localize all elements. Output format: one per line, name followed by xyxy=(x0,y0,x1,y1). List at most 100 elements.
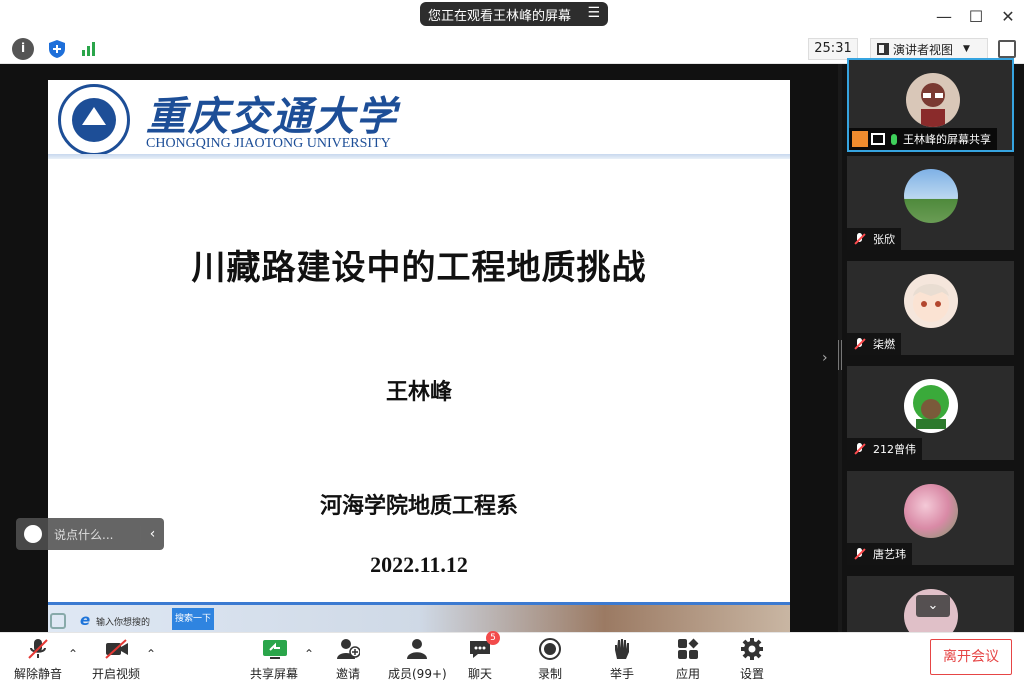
shared-screen: 重庆交通大学 CHONGQING JIAOTONG UNIVERSITY 川藏路… xyxy=(0,64,838,632)
avatar xyxy=(904,274,958,328)
slide-header: 重庆交通大学 CHONGQING JIAOTONG UNIVERSITY xyxy=(48,80,790,159)
university-name-cn: 重庆交通大学 xyxy=(146,93,398,140)
participant-name: 唐艺玮 xyxy=(873,548,906,561)
raise-hand-button[interactable]: 举手 xyxy=(610,637,634,682)
layout-icon xyxy=(877,43,889,55)
meeting-timer: 25:31 xyxy=(808,38,858,60)
maximize-button[interactable]: ☐ xyxy=(962,6,990,28)
shield-icon[interactable] xyxy=(46,38,68,60)
unmute-label: 解除静音 xyxy=(14,667,63,681)
sharing-notice-text: 您正在观看王林峰的屏幕 xyxy=(428,8,572,24)
share-screen-button[interactable]: 共享屏幕 xyxy=(250,637,298,682)
signal-icon[interactable] xyxy=(78,38,100,60)
invite-label: 邀请 xyxy=(336,667,361,681)
apps-icon xyxy=(676,637,700,661)
chevron-down-icon: ▼ xyxy=(963,44,970,54)
mic-muted-icon xyxy=(26,637,50,661)
invite-button[interactable]: 邀请 xyxy=(336,637,361,682)
record-icon xyxy=(538,637,562,661)
hand-icon xyxy=(610,637,634,661)
apps-label: 应用 xyxy=(676,667,701,681)
add-user-icon xyxy=(336,637,361,661)
person-icon xyxy=(852,131,868,147)
settings-button[interactable]: 设置 xyxy=(740,637,764,682)
share-screen-label: 共享屏幕 xyxy=(250,667,299,681)
members-icon xyxy=(405,637,429,661)
participant-name-bar: 张欣 xyxy=(847,228,901,250)
leave-meeting-button[interactable]: 离开会议 xyxy=(930,639,1012,675)
participant-name-bar: 唐艺玮 xyxy=(847,543,912,565)
minimize-button[interactable]: — xyxy=(930,6,958,28)
settings-label: 设置 xyxy=(740,667,765,681)
mic-muted-icon xyxy=(853,442,867,456)
university-logo-icon xyxy=(58,84,130,156)
emoji-icon[interactable] xyxy=(24,525,42,543)
participant-name-bar: 王林峰的屏幕共享 xyxy=(849,128,997,150)
info-icon[interactable]: i xyxy=(12,38,34,60)
avatar xyxy=(904,169,958,223)
windows-icon xyxy=(50,613,66,629)
participant-name: 王林峰的屏幕共享 xyxy=(903,133,991,146)
footer-search-button: 搜索一下 xyxy=(172,608,214,630)
chat-unread-badge: 5 xyxy=(486,631,500,645)
participant-name-bar: 212曾伟 xyxy=(847,438,922,460)
participant-name: 柒燃 xyxy=(873,338,895,351)
meeting-toolbar: 解除静音 ⌃ 开启视频 ⌃ 共享屏幕 ⌃ 邀请 成员(99+) 5 聊天 录制 … xyxy=(0,631,1024,684)
chevron-right-icon[interactable]: › xyxy=(822,350,828,366)
start-video-button[interactable]: 开启视频 xyxy=(92,637,140,682)
participant-tile[interactable]: 王林峰的屏幕共享 xyxy=(847,58,1014,152)
mic-muted-icon xyxy=(853,232,867,246)
members-label: 成员(99+) xyxy=(388,667,447,681)
slide-footer: e 输入你想搜的 搜索一下 xyxy=(48,602,790,632)
list-icon[interactable]: ☰ xyxy=(587,5,600,21)
fullscreen-icon[interactable] xyxy=(998,40,1016,58)
avatar xyxy=(906,73,960,127)
record-button[interactable]: 录制 xyxy=(538,637,562,682)
members-button[interactable]: 成员(99+) xyxy=(388,637,447,682)
start-video-label: 开启视频 xyxy=(92,667,141,681)
mic-muted-icon xyxy=(853,547,867,561)
meeting-window: 您正在观看王林峰的屏幕 ☰ — ☐ ✕ i 25:31 演讲者视图 ▼ 重庆交通… xyxy=(0,0,1024,684)
participant-name: 张欣 xyxy=(873,233,895,246)
participant-tile[interactable]: 柒燃 xyxy=(847,261,1014,355)
participant-tile[interactable]: 212曾伟 xyxy=(847,366,1014,460)
mic-on-icon xyxy=(891,133,897,145)
collapse-chat-icon[interactable]: ‹ xyxy=(140,526,164,542)
chevron-up-icon[interactable]: ⌃ xyxy=(68,647,78,661)
slide-date: 2022.11.12 xyxy=(370,552,468,577)
participant-tile[interactable]: 张欣 xyxy=(847,156,1014,250)
chevron-down-icon[interactable]: ⌄ xyxy=(916,595,950,617)
title-bar: 您正在观看王林峰的屏幕 ☰ — ☐ ✕ xyxy=(0,0,1024,34)
chat-button[interactable]: 5 聊天 xyxy=(468,631,500,682)
gear-icon xyxy=(740,637,764,661)
raise-hand-label: 举手 xyxy=(610,667,635,681)
record-label: 录制 xyxy=(538,667,563,681)
participant-tile[interactable]: 唐艺玮 xyxy=(847,471,1014,565)
participants-panel: 王林峰的屏幕共享 张欣 柒燃 212曾伟 唐艺玮 ⌄ xyxy=(842,58,1024,643)
share-screen-icon xyxy=(262,637,287,661)
view-mode-dropdown[interactable]: 演讲者视图 ▼ xyxy=(870,38,988,60)
participant-name-bar: 柒燃 xyxy=(847,333,901,355)
participant-name: 212曾伟 xyxy=(873,443,916,456)
avatar xyxy=(904,379,958,433)
apps-button[interactable]: 应用 xyxy=(676,637,700,682)
mic-muted-icon xyxy=(853,337,867,351)
university-name-en: CHONGQING JIAOTONG UNIVERSITY xyxy=(146,136,391,151)
slide-department: 河海学院地质工程系 xyxy=(319,494,518,519)
slide-title: 川藏路建设中的工程地质挑战 xyxy=(191,248,647,288)
close-button[interactable]: ✕ xyxy=(994,6,1022,28)
chevron-up-icon[interactable]: ⌃ xyxy=(304,647,314,661)
chat-icon: 5 xyxy=(468,631,500,661)
avatar xyxy=(904,484,958,538)
slide-author: 王林峰 xyxy=(385,380,452,405)
share-icon xyxy=(871,133,885,145)
footer-search-input: 输入你想搜的 xyxy=(96,618,151,628)
video-off-icon xyxy=(104,637,128,661)
unmute-button[interactable]: 解除静音 xyxy=(14,637,62,682)
chevron-up-icon[interactable]: ⌃ xyxy=(146,647,156,661)
sharing-notice[interactable]: 您正在观看王林峰的屏幕 ☰ xyxy=(420,2,608,26)
quick-chat-input[interactable]: 说点什么... ‹ xyxy=(16,518,164,550)
browser-icon: e xyxy=(80,611,91,629)
quick-chat-placeholder: 说点什么... xyxy=(54,527,114,542)
chat-label: 聊天 xyxy=(468,667,493,681)
